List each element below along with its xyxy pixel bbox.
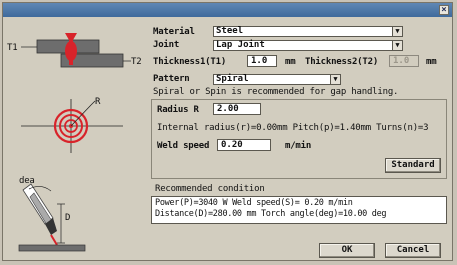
joint-label: Joint — [153, 40, 180, 50]
pattern-label: Pattern — [153, 74, 190, 84]
radius-label: Radius R — [157, 105, 199, 115]
weld-speed-unit: m/min — [285, 141, 312, 151]
recommended-label: Recommended condition — [155, 184, 265, 194]
thickness2-unit: mm — [426, 57, 437, 67]
thickness1-input[interactable]: 1.0 — [247, 55, 277, 67]
close-button[interactable]: × — [439, 5, 449, 15]
pattern-hint: Spiral or Spin is recommended for gap ha… — [153, 87, 399, 97]
radius-marker-label: R — [95, 97, 101, 107]
joint-select[interactable]: Lap Joint ▼ — [213, 40, 403, 51]
torch-diagram — [18, 183, 86, 252]
radius-input[interactable]: 2.00 — [213, 103, 261, 115]
spiral-pattern-diagram — [21, 99, 123, 153]
distance-marker-label: D — [65, 213, 71, 223]
chevron-down-icon: ▼ — [330, 75, 340, 84]
lap-joint-diagram — [21, 33, 131, 68]
recommended-line-1: Power(P)=3040 W Weld speed(S)= 0.20 m/mi… — [155, 198, 353, 208]
thickness1-label: Thickness1(T1) — [153, 57, 227, 67]
material-label: Material — [153, 27, 195, 37]
weld-condition-dialog: × T1 T2 R dea D Material Steel ▼ Joint L… — [2, 2, 453, 261]
standard-button[interactable]: Standard — [385, 158, 441, 173]
t2-label: T2 — [131, 57, 142, 67]
title-bar[interactable]: × — [3, 3, 452, 17]
ok-button[interactable]: OK — [319, 243, 375, 258]
material-value: Steel — [216, 26, 244, 36]
cancel-button[interactable]: Cancel — [385, 243, 441, 258]
recommended-line-2: Distance(D)=280.00 mm Torch angle(deg)=1… — [155, 209, 387, 219]
chevron-down-icon: ▼ — [392, 27, 402, 36]
t1-label: T1 — [7, 43, 18, 53]
thickness2-input[interactable]: 1.0 — [389, 55, 419, 67]
close-icon: × — [441, 5, 447, 15]
thickness1-unit: mm — [285, 57, 296, 67]
weld-speed-input[interactable]: 0.20 — [217, 139, 271, 151]
joint-value: Lap Joint — [216, 40, 265, 50]
illustration-panel — [18, 33, 131, 252]
weld-speed-label: Weld speed — [157, 141, 210, 151]
material-select[interactable]: Steel ▼ — [213, 26, 403, 37]
recommended-condition-box: Power(P)=3040 W Weld speed(S)= 0.20 m/mi… — [151, 196, 447, 224]
pattern-value: Spiral — [216, 74, 249, 84]
chevron-down-icon: ▼ — [392, 41, 402, 50]
angle-marker-label: dea — [19, 176, 35, 186]
thickness2-label: Thickness2(T2) — [305, 57, 379, 67]
internal-radius-info: Internal radius(r)=0.00mm Pitch(p)=1.40m… — [157, 123, 429, 133]
pattern-select[interactable]: Spiral ▼ — [213, 74, 341, 85]
